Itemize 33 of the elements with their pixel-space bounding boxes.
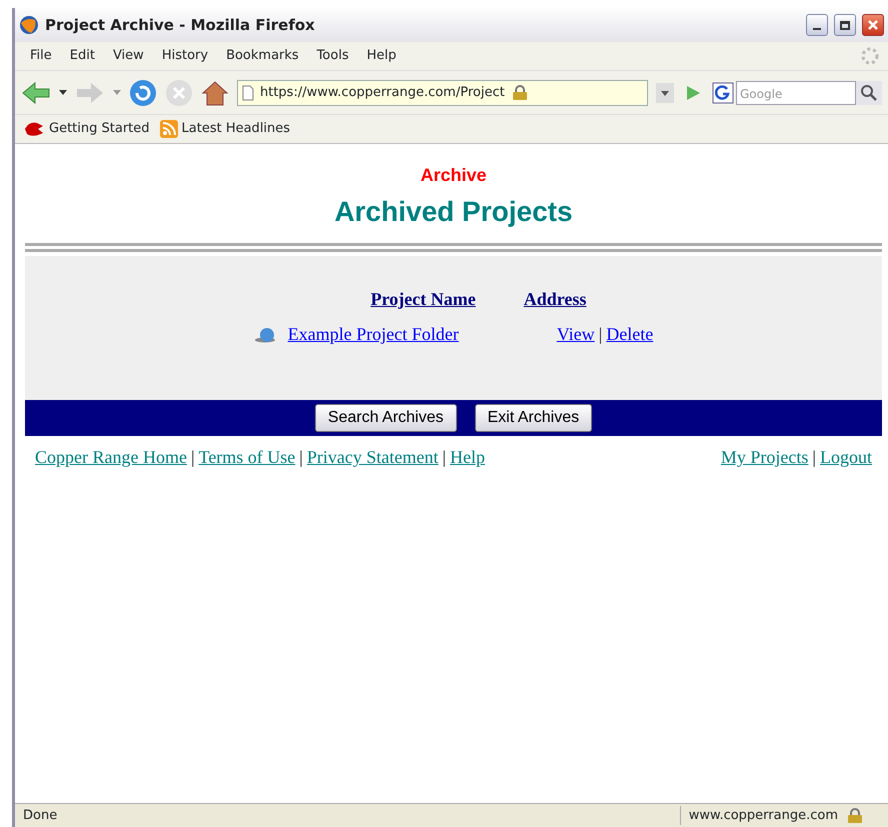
footer-link[interactable]: Logout [820,447,872,467]
column-header: Project Name [370,288,476,311]
action-link[interactable]: View [556,324,595,344]
menu-item[interactable]: View [106,46,151,66]
separator: | [190,447,195,467]
menu-item[interactable]: Help [360,46,404,66]
action-link[interactable]: Delete [606,324,654,344]
window-title: Project Archive - Mozilla Firefox [45,14,316,36]
status-host: www.copperrange.com [680,806,846,826]
bookmark-link[interactable]: Getting Started [23,119,150,139]
menu-item[interactable]: Bookmarks [219,46,306,66]
action-button[interactable]: Search Archives [314,404,456,432]
page-heading: Archived Projects [333,195,574,229]
separator: | [299,447,303,467]
project-link[interactable]: Example Project Folder [288,321,459,348]
menu-item[interactable]: File [23,46,59,66]
menu-item[interactable]: Tools [310,46,356,66]
action-button[interactable]: Exit Archives [474,404,592,432]
footer-link[interactable]: Help [450,447,485,467]
column-header: Address [524,288,586,311]
menu-item[interactable]: Edit [62,46,102,66]
separator: | [812,447,816,467]
address-field[interactable]: https://www.copperrange.com/Project [237,80,648,106]
section-label: Archive [419,164,488,187]
footer-link[interactable]: Terms of Use [198,447,296,467]
separator: | [598,324,602,344]
footer-link[interactable]: Privacy Statement [306,447,438,467]
footer-link[interactable]: Copper Range Home [35,447,187,467]
status-text: Done [22,806,58,825]
separator: | [442,447,446,467]
menu-item[interactable]: History [154,46,216,66]
footer-link[interactable]: My Projects [720,447,808,467]
bookmark-link[interactable]: Latest Headlines [160,119,290,139]
